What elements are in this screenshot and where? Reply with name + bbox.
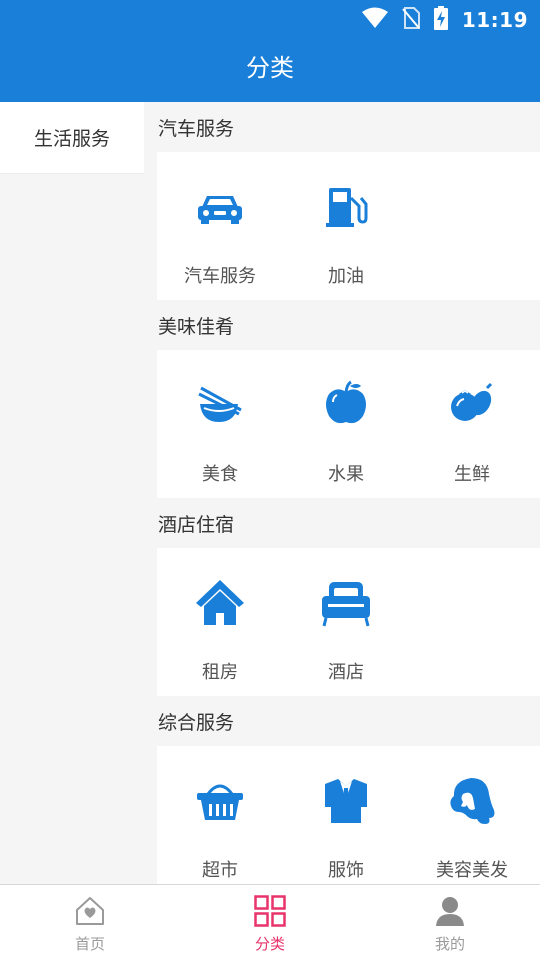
category-item-rental[interactable]: 租房 (157, 548, 283, 696)
gas-pump-icon (321, 182, 371, 232)
user-icon (434, 895, 466, 927)
category-sidebar: 生活服务 (0, 102, 144, 884)
nav-tab-profile[interactable]: 我的 (360, 885, 540, 960)
section-title-car-services: 汽车服务 (158, 118, 235, 140)
clock-time: 11:19 (461, 8, 528, 32)
category-item-refuel[interactable]: 加油 (283, 152, 409, 300)
suit-icon (321, 776, 371, 826)
app-bar: 分类 (0, 36, 540, 102)
section-card-cuisine: 美食 水果 生鲜 (157, 350, 540, 498)
apple-icon (321, 380, 371, 430)
category-item-label: 服饰 (328, 860, 364, 881)
nav-tab-label: 首页 (74, 935, 105, 953)
category-item-food[interactable]: 美食 (157, 350, 283, 498)
bottom-nav: 首页 分类 我的 (0, 884, 540, 960)
category-item-label: 汽车服务 (184, 266, 256, 287)
vegetables-icon (447, 380, 497, 430)
category-item-label: 租房 (202, 662, 238, 683)
nav-tab-label: 我的 (434, 935, 465, 953)
category-item-label: 加油 (328, 266, 364, 287)
no-sim-icon (402, 7, 420, 33)
category-item-label: 超市 (202, 860, 238, 881)
category-item-hotel[interactable]: 酒店 (283, 548, 409, 696)
category-item-clothing[interactable]: 服饰 (283, 746, 409, 884)
category-item-fruit[interactable]: 水果 (283, 350, 409, 498)
category-item-label: 美容美发 (436, 860, 508, 881)
house-icon (195, 578, 245, 628)
home-heart-icon (74, 895, 106, 927)
grid-icon (254, 895, 286, 927)
bowl-chopsticks-icon (195, 380, 245, 430)
nav-tab-category[interactable]: 分类 (180, 885, 360, 960)
category-item-label: 酒店 (328, 662, 364, 683)
section-title-cuisine: 美味佳肴 (158, 316, 235, 338)
bed-icon (321, 578, 371, 628)
section-title-general-services: 综合服务 (158, 712, 235, 734)
category-item-car-services[interactable]: 汽车服务 (157, 152, 283, 300)
nav-tab-label: 分类 (254, 935, 285, 953)
section-title-hotel-lodging: 酒店住宿 (158, 514, 235, 536)
section-card-general-services: 超市 服饰 美容美发 (157, 746, 540, 884)
sidebar-item-label: 生活服务 (33, 128, 110, 150)
wifi-icon (361, 7, 388, 33)
category-content: 汽车服务 汽车服务 加油 美味佳肴 美食 水果 生鲜 酒店住宿 租房 酒店 综合… (144, 102, 540, 884)
category-item-supermarket[interactable]: 超市 (157, 746, 283, 884)
sidebar-item-life-services[interactable]: 生活服务 (0, 102, 144, 174)
woman-hair-icon (447, 776, 497, 826)
car-icon (195, 182, 245, 232)
category-item-beauty-salon[interactable]: 美容美发 (409, 746, 535, 884)
page-title: 分类 (246, 54, 294, 82)
section-card-car-services: 汽车服务 加油 (157, 152, 540, 300)
basket-icon (195, 776, 245, 826)
category-item-fresh-produce[interactable]: 生鲜 (409, 350, 535, 498)
category-item-label: 生鲜 (454, 464, 490, 485)
status-bar: 11:19 (0, 0, 540, 36)
battery-charging-icon (433, 6, 448, 34)
category-item-label: 水果 (328, 464, 364, 485)
section-card-hotel-lodging: 租房 酒店 (157, 548, 540, 696)
category-item-label: 美食 (202, 464, 238, 485)
nav-tab-home[interactable]: 首页 (0, 885, 180, 960)
